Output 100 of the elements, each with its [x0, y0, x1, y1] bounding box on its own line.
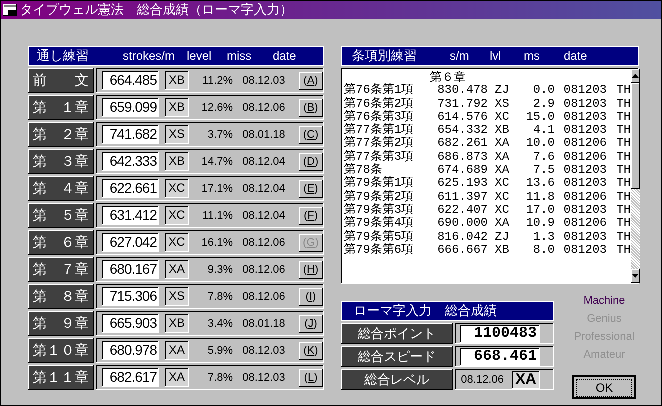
chapter-label: 第 ２章: [28, 122, 94, 147]
level-badge: XA: [512, 370, 540, 388]
chapter-label: 第１１章: [28, 365, 94, 390]
practice-button[interactable]: (E): [299, 180, 323, 198]
miss-rate: 5.9%: [206, 344, 233, 356]
miss-rate: 9.3%: [206, 264, 233, 276]
speed-field: 622.661: [102, 179, 159, 198]
date-text: 08.12.06: [242, 290, 286, 302]
list-row[interactable]: 第76条第3項 614.576 XC 15.0 081203 TH: [344, 110, 631, 124]
chapter-label: 第 ８章: [28, 284, 94, 309]
level-badge: XA: [165, 260, 189, 279]
column-header: miss: [227, 49, 253, 63]
practice-button[interactable]: (H): [299, 260, 323, 278]
level-badge: XS: [165, 287, 189, 306]
chapter-label: 第１０章: [28, 338, 94, 363]
points-label: 総合ポイント: [341, 323, 453, 344]
speed-label: 総合スピード: [341, 346, 453, 367]
date-text: 08.12.03: [242, 344, 286, 356]
chapter-label: 第 ３章: [28, 149, 94, 174]
chapter-label: 第 １章: [28, 95, 94, 120]
level-badge: XC: [165, 233, 189, 252]
chapter-label: 第 ６章: [28, 230, 94, 255]
practice-button[interactable]: (D): [299, 152, 323, 170]
list-row[interactable]: 第79条第6項 666.667 XB 8.0 081203 TH: [344, 244, 631, 258]
level-badge: XS: [165, 125, 189, 144]
practice-button[interactable]: (L): [299, 368, 323, 386]
column-header: date: [564, 49, 588, 63]
miss-rate: 11.1%: [202, 210, 233, 222]
column-header: 通し練習: [36, 47, 90, 65]
speed-field: 631.412: [102, 206, 159, 225]
level-badge: XB: [165, 98, 189, 117]
speed-field: 741.682: [102, 125, 159, 144]
date-text: 08.12.04: [242, 182, 286, 194]
miss-rate: 11.2%: [202, 74, 233, 86]
miss-rate: 12.6%: [200, 102, 233, 114]
date-text: 08.12.06: [242, 264, 286, 276]
speed-field: 680.978: [102, 341, 159, 360]
miss-rate: 3.4%: [206, 318, 233, 330]
chapter-label: 第 ７章: [28, 257, 94, 282]
speed-field: 664.485: [102, 71, 159, 90]
practice-button[interactable]: (K): [299, 342, 323, 360]
list-row[interactable]: 第79条第4項 690.000 XA 10.9 081206 TH: [344, 217, 631, 231]
list-row[interactable]: 第79条第5項 816.042 ZJ 1.3 081203 TH: [344, 230, 631, 244]
list-row[interactable]: 第77条第2項 682.261 XA 10.0 081206 TH: [344, 137, 631, 151]
list-row[interactable]: 第79条第2項 611.397 XC 11.8 081206 TH: [344, 190, 631, 204]
list-row[interactable]: 第79条第3項 622.407 XC 17.0 081203 TH: [344, 204, 631, 218]
practice-button[interactable]: (B): [299, 98, 323, 116]
chapter-heading: 第６章: [430, 71, 466, 84]
chapter-label: 第 ９章: [28, 311, 94, 336]
list-row[interactable]: 第76条第2項 731.792 XS 2.9 081203 TH: [344, 98, 631, 111]
date-text: 08.12.06: [242, 102, 286, 114]
practice-button[interactable]: (C): [299, 126, 323, 144]
miss-rate: 17.1%: [200, 182, 233, 194]
speed-field: 627.042: [102, 233, 159, 252]
speed-field: 680.167: [102, 260, 159, 279]
date-text: 08.12.06: [242, 236, 286, 248]
level-badge: XB: [165, 314, 189, 333]
miss-rate: 3.7%: [206, 128, 233, 140]
speed-field: 715.306: [102, 287, 159, 306]
speed-field: 659.099: [102, 98, 159, 117]
summary-title: ローマ字入力 総合成績: [354, 302, 497, 320]
level-badge: XA: [165, 341, 189, 360]
column-header: date: [273, 49, 298, 63]
level-label: 総合レベル: [341, 369, 453, 390]
date-text: 08.12.04: [242, 210, 286, 222]
date-text: 08.01.18: [242, 318, 286, 330]
column-header: s/m: [450, 49, 470, 63]
scroll-thumb[interactable]: [631, 83, 640, 189]
column-header: 条項別練習: [351, 47, 418, 65]
practice-button[interactable]: (J): [299, 314, 323, 332]
list-row[interactable]: 第79条第1項 625.193 XC 13.6 081203 TH: [344, 177, 631, 191]
miss-rate: 14.7%: [200, 156, 233, 168]
miss-rate: 16.1%: [200, 236, 233, 248]
date-text: 08.12.04: [242, 156, 286, 168]
level-badge: XA: [165, 368, 189, 387]
list-row[interactable]: 第77条第1項 654.332 XB 4.1 081203 TH: [344, 124, 631, 138]
scroll-down-button[interactable]: [631, 269, 640, 283]
miss-rate: 7.8%: [206, 290, 233, 302]
level-badge: XC: [165, 179, 189, 198]
chapter-label: 前 文: [28, 68, 94, 93]
scroll-up-button[interactable]: [631, 69, 640, 83]
practice-button[interactable]: (F): [299, 206, 323, 224]
window-title: タイプウェル憲法 総合成績（ローマ字入力）: [20, 1, 293, 19]
scrollbar[interactable]: [631, 69, 640, 283]
speed-field: 668.461: [460, 348, 540, 366]
speed-field: 682.617: [102, 368, 159, 387]
practice-button[interactable]: (I): [299, 288, 323, 306]
list-row[interactable]: 第77条第3項 686.873 XA 7.6 081206 TH: [344, 150, 631, 164]
date-text: 08.12.06: [461, 374, 504, 386]
list-row[interactable]: 第76条第1項 830.478 ZJ 0.0 081203 TH: [344, 84, 631, 98]
ok-button[interactable]: OK: [572, 375, 636, 399]
column-header: lvl: [490, 49, 502, 63]
column-header: level: [187, 49, 213, 63]
speed-field: 642.333: [102, 152, 159, 171]
points-field: 1100483: [460, 324, 540, 342]
list-row[interactable]: 第78条 674.689 XA 7.5 081203 TH: [344, 164, 631, 178]
chapter-label: 第 ５章: [28, 203, 94, 228]
practice-button[interactable]: (A): [299, 72, 323, 90]
level-badge: XC: [165, 206, 189, 225]
rank-label: Machine: [584, 295, 626, 307]
